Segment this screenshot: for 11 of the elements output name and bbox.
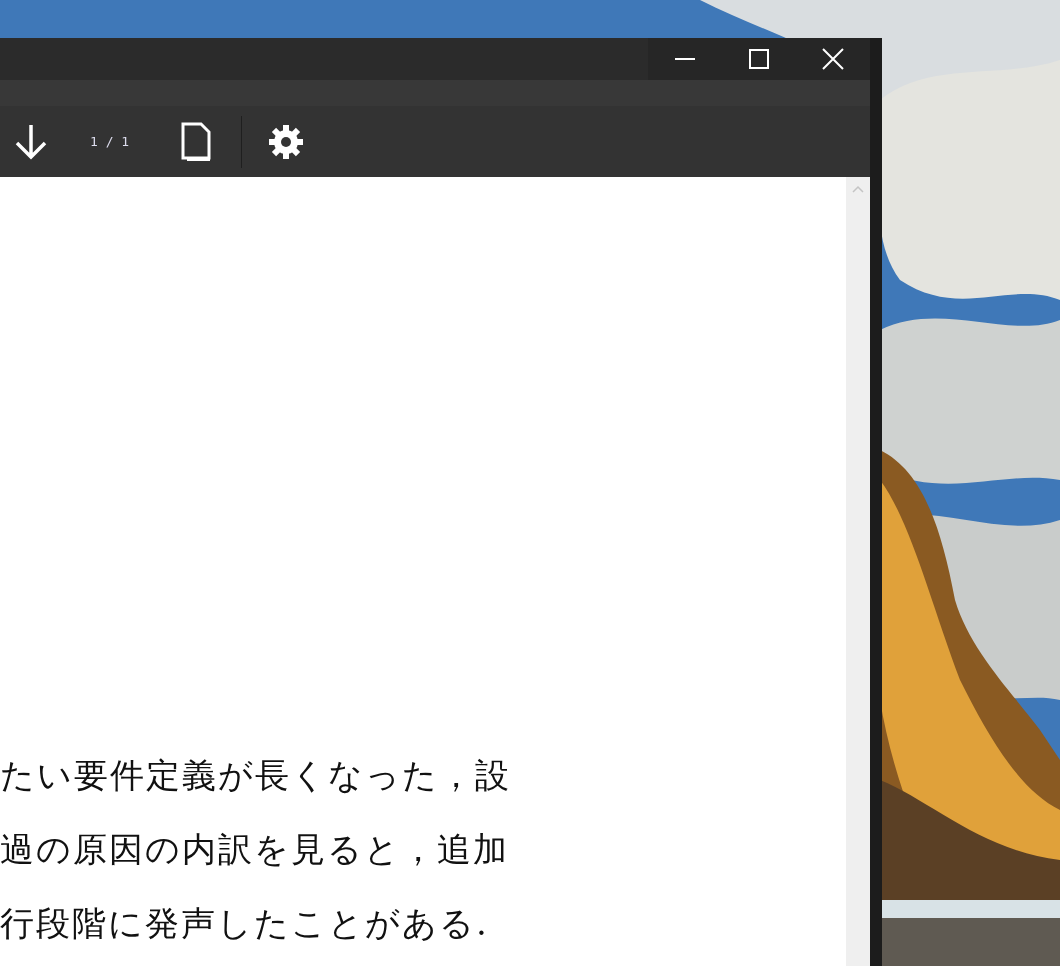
scrollbar[interactable] <box>846 177 870 966</box>
document-text: 過の原因の内訳を見ると，追加 <box>0 828 510 871</box>
page-indicator: 1 / 1 <box>90 134 130 149</box>
document-text: 行段階に発声したことがある. <box>0 902 490 945</box>
minimize-icon <box>674 58 696 60</box>
settings-icon[interactable] <box>268 123 305 160</box>
maximize-icon <box>748 48 770 70</box>
download-icon[interactable] <box>15 123 47 160</box>
close-icon <box>822 48 844 70</box>
document-icon[interactable] <box>181 121 214 162</box>
document-text: たい要件定義が長くなった，設 <box>0 754 512 797</box>
